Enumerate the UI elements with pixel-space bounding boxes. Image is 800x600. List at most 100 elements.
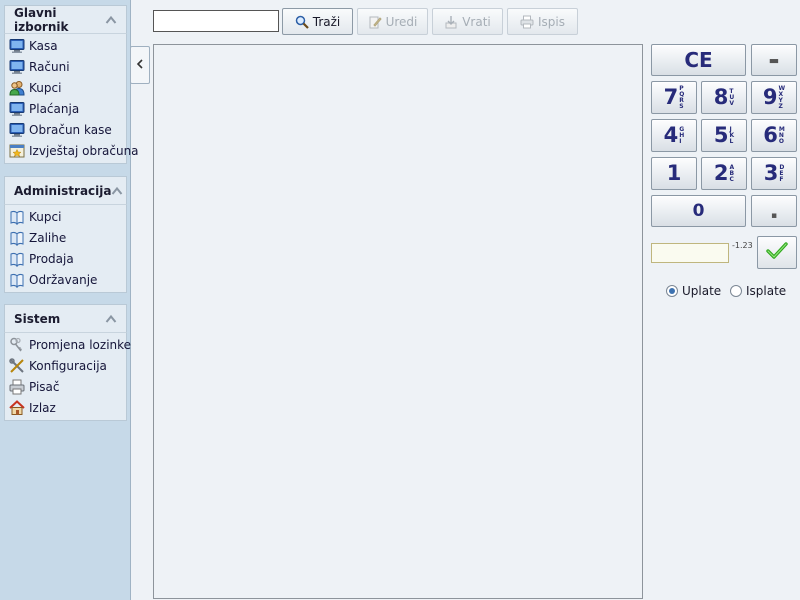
home-icon [9,399,25,416]
key-digit: 6 [763,123,778,147]
sidebar-item-admin-kupci[interactable]: Kupci [5,206,126,227]
book-icon [9,251,25,267]
computer-icon [9,59,25,75]
administration-panel: Administracija Kupci Zalihe Prodaja Održ… [4,176,127,293]
key-letters: JKL [729,125,735,145]
minus-button[interactable]: ▬ [751,44,797,76]
computer-icon [9,38,25,54]
return-button[interactable]: Vrati [432,8,503,35]
key-3[interactable]: 3 DEF [751,157,797,190]
key-4[interactable]: 4 GHI [651,119,697,152]
administration-title: Administracija [14,183,112,198]
key-digit: 8 [713,85,729,109]
chevron-up-icon[interactable] [105,14,117,26]
sidebar-item-konfiguracija[interactable]: Konfiguracija [5,355,126,376]
system-panel: Sistem Promjena lozinke Konfiguracija Pi… [4,304,131,421]
key-5[interactable]: 5 JKL [701,119,747,152]
key-letters: MNO [778,125,785,145]
key-9[interactable]: 9 WXYZ [751,81,797,114]
book-icon [9,272,25,288]
sidebar-item-odrzavanje[interactable]: Održavanje [5,269,126,290]
main-menu-header[interactable]: Glavni izbornik [4,5,127,34]
checkmark-icon [766,242,788,263]
key-digit: 4 [663,123,679,147]
chevron-left-icon [136,58,144,72]
radio-button[interactable] [730,285,742,297]
book-icon [9,209,25,225]
decimal-button[interactable]: ▪ [751,195,797,227]
key-letters: TUV [729,87,735,107]
search-input[interactable] [153,10,279,32]
key-digit: 2 [713,161,729,185]
edit-icon [368,15,382,29]
sidebar-item-label: Pisač [29,379,60,394]
search-icon [295,15,309,29]
sidebar-item-kasa[interactable]: Kasa [5,35,126,56]
computer-icon [9,122,25,138]
key-digit: 3 [763,161,779,185]
sidebar-item-prodaja[interactable]: Prodaja [5,248,126,269]
sidebar-item-racuni[interactable]: Računi [5,56,126,77]
key-letters: GHI [679,125,685,145]
radio-uplate[interactable]: Uplate [666,282,721,300]
sidebar: Glavni izbornik Kasa Računi Kupci Plaćan… [0,0,139,600]
edit-button-label: Uredi [385,14,418,29]
key-2[interactable]: 2 ABC [701,157,747,190]
return-icon [444,15,458,29]
search-button[interactable]: Traži [282,8,353,35]
chevron-up-icon[interactable] [111,185,123,197]
sidebar-item-izlaz[interactable]: Izlaz [5,397,126,418]
system-title: Sistem [14,311,61,326]
sidebar-item-promjena-lozinke[interactable]: Promjena lozinke [5,334,131,355]
printer-icon [9,379,25,395]
amount-hint: -1.23 [732,241,753,250]
key-0[interactable]: 0 [651,195,746,227]
key-8[interactable]: 8 TUV [701,81,747,114]
confirm-button[interactable] [757,236,797,269]
key-letters: WXYZ [778,84,786,110]
sidebar-item-zalihe[interactable]: Zalihe [5,227,126,248]
sidebar-item-izvjestaj-obracuna[interactable]: Izvještaj obračuna [5,140,139,161]
collapse-sidebar-button[interactable] [130,46,150,84]
amount-input[interactable] [651,243,729,263]
sidebar-item-label: Konfiguracija [29,358,107,373]
sidebar-item-label: Računi [29,59,70,74]
system-header[interactable]: Sistem [4,304,127,333]
print-button-label: Ispis [538,14,565,29]
key-digit: 0 [692,200,705,221]
sidebar-item-placanja[interactable]: Plaćanja [5,98,126,119]
print-button[interactable]: Ispis [507,8,578,35]
minus-label: ▬ [768,53,780,67]
system-list: Promjena lozinke Konfiguracija Pisač Izl… [4,333,131,421]
computer-icon [9,101,25,117]
key-digit: 7 [663,85,679,109]
main-menu-list: Kasa Računi Kupci Plaćanja Obračun kase … [4,34,139,164]
sidebar-item-label: Kasa [29,38,58,53]
sidebar-item-label: Plaćanja [29,101,80,116]
book-icon [9,230,25,246]
sidebar-item-label: Održavanje [29,272,98,287]
edit-button[interactable]: Uredi [357,8,428,35]
key-7[interactable]: 7 PQRS [651,81,697,114]
key-letters: DEF [779,163,785,183]
printer-icon [520,15,534,29]
sidebar-item-pisac[interactable]: Pisač [5,376,126,397]
key-letters: ABC [729,163,735,183]
radio-isplate[interactable]: Isplate [730,282,786,300]
key-digit: 5 [713,123,729,147]
key-6[interactable]: 6 MNO [751,119,797,152]
radio-button-checked[interactable] [666,285,678,297]
sidebar-item-kupci[interactable]: Kupci [5,77,126,98]
return-button-label: Vrati [462,14,491,29]
radio-label: Uplate [682,284,722,298]
key-letters: PQRS [679,84,685,110]
content-area [153,44,643,599]
sidebar-item-obracun-kase[interactable]: Obračun kase [5,119,126,140]
sidebar-item-label: Promjena lozinke [29,337,132,352]
key-1[interactable]: 1 [651,157,697,190]
radio-label: Isplate [746,284,787,298]
ce-button[interactable]: CE [651,44,746,76]
decimal-label: ▪ [770,211,778,221]
chevron-up-icon[interactable] [105,313,117,325]
administration-header[interactable]: Administracija [4,176,127,205]
